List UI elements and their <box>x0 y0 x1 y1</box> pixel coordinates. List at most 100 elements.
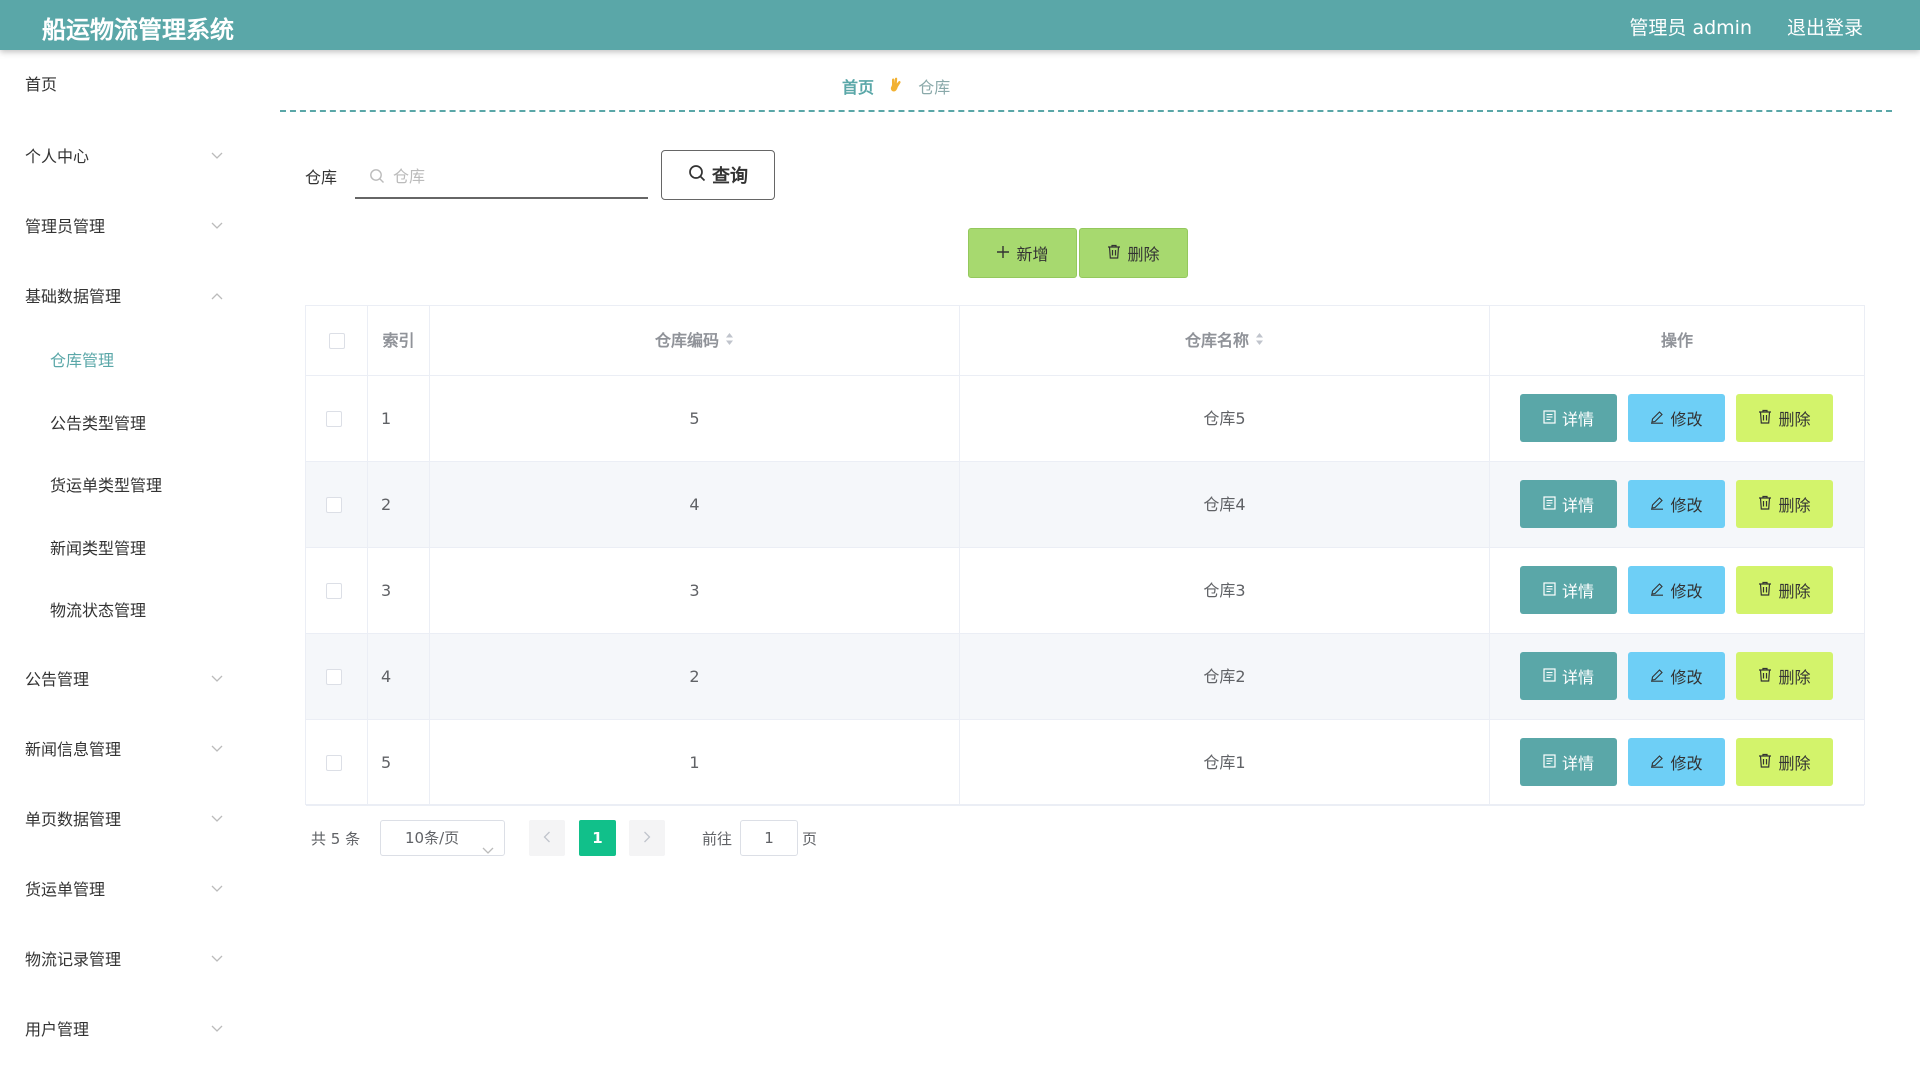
row-select-cell <box>306 634 368 720</box>
chevron-down-icon <box>211 142 225 172</box>
sidebar-item-basic-data[interactable]: 基础数据管理 <box>25 282 225 312</box>
row-index: 3 <box>368 548 430 634</box>
detail-button[interactable]: 详情 <box>1520 480 1617 528</box>
row-name: 仓库5 <box>960 376 1490 462</box>
sidebar-subitem-news-type[interactable]: 新闻类型管理 <box>50 534 230 564</box>
sidebar-subitem-warehouse[interactable]: 仓库管理 <box>50 346 230 376</box>
sidebar-item-users[interactable]: 用户管理 <box>25 1015 225 1045</box>
row-checkbox[interactable] <box>326 497 342 513</box>
delete-label: 删除 <box>1778 410 1811 429</box>
table-row: 4 2 仓库2 详情 修改 删除 <box>306 634 1864 720</box>
delete-button[interactable]: 删除 <box>1736 566 1833 614</box>
chevron-down-icon <box>211 805 225 835</box>
row-actions: 详情 修改 删除 <box>1490 720 1864 806</box>
delete-label: 删除 <box>1778 496 1811 515</box>
select-all-checkbox[interactable] <box>329 333 345 349</box>
logout-link[interactable]: 退出登录 <box>1787 13 1863 40</box>
sidebar-subitem-logistics-status[interactable]: 物流状态管理 <box>50 596 230 626</box>
edit-label: 修改 <box>1670 410 1703 429</box>
sidebar-item-label: 管理员管理 <box>25 217 106 236</box>
pencil-icon <box>1650 667 1664 686</box>
query-button[interactable]: 查询 <box>661 150 775 200</box>
row-actions: 详情 修改 删除 <box>1490 634 1864 720</box>
delete-button[interactable]: 删除 <box>1736 394 1833 442</box>
row-select-cell <box>306 548 368 634</box>
row-checkbox[interactable] <box>326 583 342 599</box>
table-row: 2 4 仓库4 详情 修改 删除 <box>306 462 1864 548</box>
page-suffix: 页 <box>802 830 818 848</box>
table-header: 索引 仓库编码 仓库名称 操作 <box>306 306 1864 376</box>
search-input[interactable] <box>393 162 633 190</box>
delete-button[interactable]: 删除 <box>1736 652 1833 700</box>
delete-button[interactable]: 删除 <box>1736 480 1833 528</box>
batch-delete-button[interactable]: 删除 <box>1079 228 1188 278</box>
edit-button[interactable]: 修改 <box>1628 566 1725 614</box>
chevron-right-icon <box>643 829 651 847</box>
sidebar-subitem-waybill-type[interactable]: 货运单类型管理 <box>50 471 230 501</box>
row-checkbox[interactable] <box>326 669 342 685</box>
detail-button[interactable]: 详情 <box>1520 566 1617 614</box>
table-row: 3 3 仓库3 详情 修改 删除 <box>306 548 1864 634</box>
row-name: 仓库4 <box>960 462 1490 548</box>
sidebar-item-personal-center[interactable]: 个人中心 <box>25 142 225 172</box>
edit-button[interactable]: 修改 <box>1628 394 1725 442</box>
row-code: 3 <box>430 548 960 634</box>
page-size-value: 10条/页 <box>405 829 460 847</box>
sidebar-item-label: 新闻信息管理 <box>25 740 122 759</box>
detail-button[interactable]: 详情 <box>1520 738 1617 786</box>
add-button-label: 新增 <box>1016 245 1049 264</box>
sort-icon[interactable] <box>725 307 734 377</box>
sidebar-item-label: 个人中心 <box>25 147 90 166</box>
detail-button[interactable]: 详情 <box>1520 394 1617 442</box>
hand-icon <box>889 77 903 97</box>
edit-label: 修改 <box>1670 668 1703 687</box>
add-button[interactable]: 新增 <box>968 228 1077 278</box>
delete-button[interactable]: 删除 <box>1736 738 1833 786</box>
page-number-button[interactable]: 1 <box>579 820 616 856</box>
trash-icon <box>1758 581 1772 600</box>
sidebar-item-home[interactable]: 首页 <box>25 70 225 100</box>
sidebar-item-notice[interactable]: 公告管理 <box>25 665 225 695</box>
edit-button[interactable]: 修改 <box>1628 652 1725 700</box>
detail-label: 详情 <box>1561 754 1594 773</box>
row-code: 1 <box>430 720 960 806</box>
sidebar-item-news[interactable]: 新闻信息管理 <box>25 735 225 765</box>
prev-page-button[interactable] <box>529 820 565 856</box>
trash-icon <box>1107 244 1121 263</box>
header-select-cell <box>306 306 368 376</box>
row-name: 仓库1 <box>960 720 1490 806</box>
breadcrumb: 首页 仓库 <box>842 74 950 98</box>
goto-page-input[interactable] <box>740 820 798 856</box>
detail-button[interactable]: 详情 <box>1520 652 1617 700</box>
sidebar-item-logistics-record[interactable]: 物流记录管理 <box>25 945 225 975</box>
breadcrumb-home[interactable]: 首页 <box>842 78 874 97</box>
row-index: 2 <box>368 462 430 548</box>
header-code[interactable]: 仓库编码 <box>430 306 960 376</box>
sidebar-item-waybill[interactable]: 货运单管理 <box>25 875 225 905</box>
edit-button[interactable]: 修改 <box>1628 738 1725 786</box>
plus-icon <box>996 244 1010 263</box>
row-checkbox[interactable] <box>326 411 342 427</box>
edit-button[interactable]: 修改 <box>1628 480 1725 528</box>
next-page-button[interactable] <box>629 820 665 856</box>
page-size-select[interactable]: 10条/页 <box>380 820 505 856</box>
sort-icon[interactable] <box>1255 307 1264 377</box>
search-label: 仓库 <box>305 168 338 187</box>
document-icon <box>1543 667 1556 686</box>
table-row: 5 1 仓库1 详情 修改 删除 <box>306 720 1864 806</box>
sidebar-item-admin-manage[interactable]: 管理员管理 <box>25 212 225 242</box>
divider <box>280 110 1892 112</box>
pencil-icon <box>1650 495 1664 514</box>
header-name[interactable]: 仓库名称 <box>960 306 1490 376</box>
delete-label: 删除 <box>1778 582 1811 601</box>
chevron-down-icon <box>211 1015 225 1045</box>
header-name-label: 仓库名称 <box>1184 331 1249 350</box>
row-checkbox[interactable] <box>326 755 342 771</box>
sidebar-item-single-page[interactable]: 单页数据管理 <box>25 805 225 835</box>
edit-label: 修改 <box>1670 582 1703 601</box>
chevron-down-icon <box>211 945 225 975</box>
table-row: 1 5 仓库5 详情 修改 删除 <box>306 376 1864 462</box>
header-code-label: 仓库编码 <box>654 331 719 350</box>
trash-icon <box>1758 495 1772 514</box>
sidebar-subitem-notice-type[interactable]: 公告类型管理 <box>50 409 230 439</box>
